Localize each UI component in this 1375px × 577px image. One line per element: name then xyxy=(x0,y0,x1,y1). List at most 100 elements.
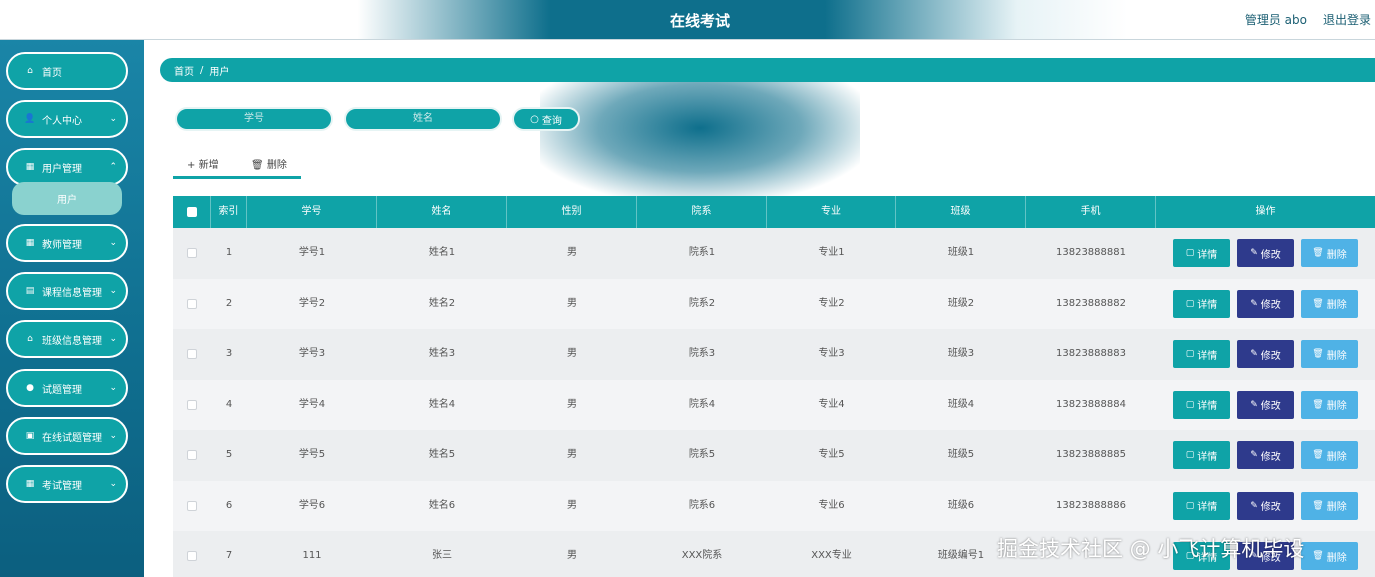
breadcrumb-home[interactable]: 首页 xyxy=(174,63,194,78)
grid-icon: ▦ xyxy=(25,238,35,248)
sidebar-item-online-question[interactable]: ▣ 在线试题管理 ⌄ xyxy=(6,417,128,455)
edit-button[interactable]: ✎ 修改 xyxy=(1237,239,1294,267)
sidebar-item-course-info[interactable]: ▤ 课程信息管理 ⌄ xyxy=(6,272,128,310)
breadcrumb-current: 用户 xyxy=(209,66,230,78)
column-header-phone: 手机 xyxy=(1026,196,1156,228)
sidebar-item-exam-management[interactable]: ▦ 考试管理 ⌄ xyxy=(6,465,128,503)
detail-button[interactable]: ▢ 详情 xyxy=(1173,491,1230,520)
edit-icon: ✎ xyxy=(1250,500,1258,511)
detail-button[interactable]: ▢ 详情 xyxy=(1173,390,1230,419)
detail-button[interactable]: ▢ 详情 xyxy=(1173,239,1230,267)
cell-gender: 男 xyxy=(567,499,577,511)
cell-name: 姓名1 xyxy=(428,247,456,258)
column-header-gender: 性别 xyxy=(507,196,637,228)
detail-button[interactable]: ▢ 详情 xyxy=(1173,441,1230,469)
edit-button-label: 修改 xyxy=(1260,502,1281,513)
edit-button-label: 修改 xyxy=(1260,401,1281,412)
cell-major: 专业1 xyxy=(818,247,845,258)
table-row: 4 学号4 姓名4 男院系4 专业4 班级4 13823888884 ▢ 详情 ✎ 修改 🗑 删除 xyxy=(173,379,1375,430)
delete-button-label: 删除 xyxy=(1326,552,1347,564)
cell-student-id: 学号4 xyxy=(298,398,326,410)
cell-name: 姓名3 xyxy=(428,348,456,359)
delete-button[interactable]: 🗑 删除 xyxy=(1301,441,1358,469)
row-checkbox[interactable] xyxy=(187,551,197,561)
cell-gender: 男 xyxy=(567,398,577,410)
home-icon: ⌂ xyxy=(27,66,33,76)
user-table: 索引 学号 姓名 性别 院系 专业 班级 手机 操作 1 学号1 姓名1 男 院系1 专业… xyxy=(173,196,1375,577)
table-row: 1 学号1 姓名1 男院系1 专业1 班级1 13823888881 ▢ 详情 ✎ 修改 🗑 删除 xyxy=(173,228,1375,279)
grid-icon: ▦ xyxy=(25,479,35,489)
row-checkbox[interactable] xyxy=(187,248,197,258)
trash-icon: 🗑 xyxy=(1312,248,1324,258)
detail-button-label: 详情 xyxy=(1197,350,1218,362)
detail-icon: ▢ xyxy=(1185,248,1195,258)
sidebar-item-question-management[interactable]: ● 试题管理 ⌄ xyxy=(6,369,128,407)
cell-class: 班级5 xyxy=(947,449,975,460)
logout-link[interactable]: 退出登录 xyxy=(1323,11,1371,28)
row-checkbox[interactable] xyxy=(187,298,197,309)
trash-icon: 🗑 xyxy=(1312,298,1324,309)
edit-button-label: 修改 xyxy=(1260,350,1281,362)
sidebar-item-personal-center[interactable]: 👤 个人中心 ⌄ xyxy=(6,100,128,138)
delete-button[interactable]: 🗑 删除 xyxy=(1301,491,1358,520)
delete-button-label: 删除 xyxy=(1326,249,1347,261)
cell-class: 班级3 xyxy=(947,348,975,359)
sidebar-item-teacher-management[interactable]: ▦ 教师管理 ⌄ xyxy=(6,224,128,262)
table-row: 6 学号6 姓名6 男院系6 专业6 班级6 13823888886 ▢ 详情 ✎ 修改 🗑 删除 xyxy=(173,480,1375,531)
user-icon: 👤 xyxy=(24,114,36,124)
sidebar-item-user-management[interactable]: ▦ 用户管理 ⌃ xyxy=(6,148,128,186)
cell-major: 专业3 xyxy=(818,348,845,359)
edit-icon: ✎ xyxy=(1250,349,1258,359)
edit-button[interactable]: ✎ 修改 xyxy=(1237,491,1294,520)
select-all-cell xyxy=(173,196,211,228)
student-id-search-input[interactable]: 学号 xyxy=(175,107,333,131)
delete-button[interactable]: 🗑 删除 xyxy=(1301,239,1358,267)
row-checkbox[interactable] xyxy=(187,450,197,460)
cell-class: 班级6 xyxy=(947,499,975,511)
chevron-down-icon: ⌄ xyxy=(109,383,117,393)
detail-button-label: 详情 xyxy=(1197,451,1218,463)
cell-class: 班级2 xyxy=(947,297,975,309)
delete-button-label: 删除 xyxy=(1326,502,1347,513)
select-all-checkbox[interactable] xyxy=(187,207,197,217)
delete-button-label: 删除 xyxy=(1326,350,1347,362)
delete-button[interactable]: 🗑 删除 xyxy=(1301,390,1358,419)
cell-major: 专业6 xyxy=(818,499,845,511)
cell-dept: XXX院系 xyxy=(681,550,723,561)
current-user: 管理员 abo xyxy=(1244,13,1307,27)
name-search-input[interactable]: 姓名 xyxy=(344,107,502,131)
add-button[interactable]: + 新增 xyxy=(187,156,219,171)
delete-button[interactable]: 🗑 删除 xyxy=(1301,542,1358,570)
grid-icon: ▦ xyxy=(25,162,35,172)
cell-index: 7 xyxy=(225,550,233,561)
edit-button[interactable]: ✎ 修改 xyxy=(1237,390,1294,419)
detail-button[interactable]: ▢ 详情 xyxy=(1173,340,1230,368)
column-header-index: 索引 xyxy=(211,196,247,228)
edit-icon: ✎ xyxy=(1250,248,1258,258)
home-icon: ⌂ xyxy=(27,334,33,344)
row-checkbox[interactable] xyxy=(187,500,197,511)
sidebar-item-home[interactable]: ⌂ 首页 xyxy=(6,52,128,90)
cell-class: 班级1 xyxy=(947,247,975,258)
edit-button[interactable]: ✎ 修改 xyxy=(1237,441,1294,469)
column-header-dept: 院系 xyxy=(637,196,767,228)
delete-button[interactable]: 🗑 删除 xyxy=(1301,340,1358,368)
sidebar-subitem-user[interactable]: 用户 xyxy=(12,182,122,215)
query-button[interactable]: ○ 查询 xyxy=(512,107,580,131)
cell-class: 班级4 xyxy=(947,398,975,410)
batch-delete-button[interactable]: 🗑 删除 xyxy=(251,156,287,171)
cell-index: 5 xyxy=(225,449,233,460)
row-checkbox[interactable] xyxy=(187,349,197,359)
trash-icon: 🗑 xyxy=(1312,450,1324,460)
edit-button[interactable]: ✎ 修改 xyxy=(1237,289,1294,318)
detail-button[interactable]: ▢ 详情 xyxy=(1173,289,1230,318)
sidebar-item-class-info[interactable]: ⌂ 班级信息管理 ⌄ xyxy=(6,320,128,358)
edit-button[interactable]: ✎ 修改 xyxy=(1237,340,1294,368)
chevron-up-icon: ⌃ xyxy=(109,162,117,172)
detail-button-label: 详情 xyxy=(1197,249,1218,261)
add-button-label: 新增 xyxy=(198,160,219,171)
table-row: 2 学号2 姓名2 男院系2 专业2 班级2 13823888882 ▢ 详情 ✎ 修改 🗑 删除 xyxy=(173,278,1375,329)
delete-button[interactable]: 🗑 删除 xyxy=(1301,289,1358,318)
row-checkbox[interactable] xyxy=(187,399,197,410)
delete-button-label: 删除 xyxy=(266,160,287,171)
